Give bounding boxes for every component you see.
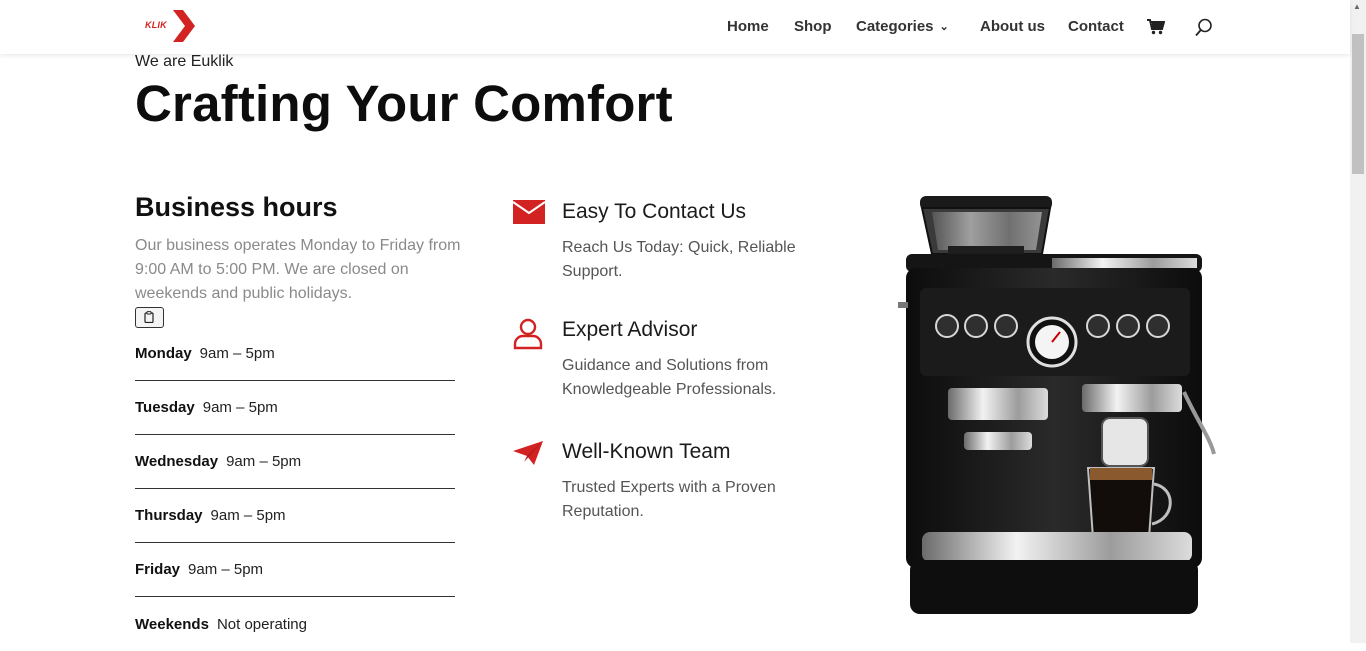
logo-chevron-icon (173, 10, 195, 42)
feature-text: Guidance and Solutions from Knowledgeabl… (562, 357, 777, 398)
clipboard-icon (144, 311, 154, 323)
hours-value: 9am – 5pm (202, 399, 278, 416)
hours-value: 9am – 5pm (210, 507, 286, 524)
hours-value: 9am – 5pm (199, 345, 275, 362)
hours-value: 9am – 5pm (226, 453, 302, 470)
hours-row: Wednesday 9am – 5pm (135, 435, 455, 489)
feature-title: Expert Advisor (562, 318, 698, 341)
hours-row: Monday 9am – 5pm (135, 327, 455, 381)
business-hours-list: Monday 9am – 5pm Tuesday 9am – 5pm Wedne… (135, 327, 455, 651)
hours-day: Monday (135, 345, 192, 362)
feature-text: Reach Us Today: Quick, Reliable Support. (562, 239, 796, 280)
business-hours-title: Business hours (135, 192, 338, 222)
nav-categories[interactable]: Categories ⌄ (856, 18, 949, 35)
hours-row: Tuesday 9am – 5pm (135, 381, 455, 435)
search-icon[interactable] (1195, 18, 1213, 42)
scroll-up-arrow-icon[interactable]: ▲ (1353, 2, 1361, 11)
page-title: Crafting Your Comfort (135, 75, 673, 132)
site-header: KLIK Home Shop Categories ⌄ About us Cont… (0, 0, 1350, 54)
cart-icon[interactable] (1147, 19, 1166, 40)
hours-day: Friday (135, 561, 181, 578)
business-hours-description: Our business operates Monday to Friday f… (135, 237, 461, 302)
chevron-down-icon: ⌄ (939, 21, 949, 33)
hours-value: 9am – 5pm (188, 561, 264, 578)
hours-day: Tuesday (135, 399, 195, 416)
logo-text: KLIK (145, 20, 167, 30)
hours-day: Thursday (135, 507, 203, 524)
feature-text: Trusted Experts with a Proven Reputation… (562, 479, 776, 520)
hours-day: Weekends (135, 615, 209, 633)
hours-value: Not operating (216, 615, 307, 633)
hours-row: Thursday 9am – 5pm (135, 489, 455, 543)
site-logo[interactable]: KLIK (143, 10, 195, 44)
espresso-machine-image (892, 192, 1216, 616)
scrollbar-thumb[interactable] (1352, 34, 1364, 174)
intro-text: We are Euklik (135, 53, 234, 70)
hours-day: Wednesday (135, 453, 219, 470)
nav-categories-label: Categories (856, 18, 934, 35)
nav-shop[interactable]: Shop (794, 18, 832, 35)
copy-button[interactable] (135, 307, 164, 328)
envelope-icon (512, 200, 546, 224)
user-icon (513, 318, 543, 350)
paper-plane-icon (513, 441, 543, 465)
feature-title: Easy To Contact Us (562, 200, 747, 223)
nav-home[interactable]: Home (727, 18, 769, 35)
nav-about[interactable]: About us (980, 18, 1045, 35)
nav-contact[interactable]: Contact (1068, 18, 1124, 35)
feature-title: Well-Known Team (562, 440, 731, 463)
hours-row: Friday 9am – 5pm (135, 543, 455, 597)
